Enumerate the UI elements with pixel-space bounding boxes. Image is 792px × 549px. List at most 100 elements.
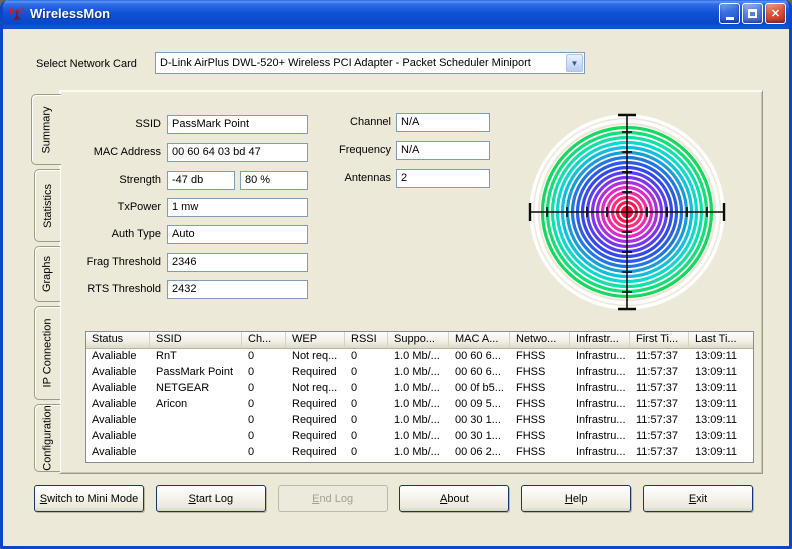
maximize-icon bbox=[748, 9, 757, 18]
table-cell: 11:57:37 bbox=[636, 382, 679, 394]
tab-configuration[interactable]: Configuration bbox=[34, 404, 60, 472]
auth-type-value[interactable]: Auto bbox=[167, 225, 308, 244]
network-card-select[interactable]: D-Link AirPlus DWL-520+ Wireless PCI Ada… bbox=[155, 52, 585, 74]
table-cell: 11:57:37 bbox=[636, 414, 679, 426]
window-title: WirelessMon bbox=[30, 6, 111, 21]
table-cell: Required bbox=[292, 366, 337, 378]
chevron-down-icon[interactable]: ▼ bbox=[566, 54, 583, 72]
table-cell: PassMark Point bbox=[156, 366, 234, 378]
table-cell: 00 60 6... bbox=[455, 366, 501, 378]
strength-db-value[interactable]: -47 db bbox=[167, 171, 235, 190]
table-cell: 11:57:37 bbox=[636, 398, 679, 410]
rts-threshold-value[interactable]: 2432 bbox=[167, 280, 308, 299]
column-header-suppo[interactable]: Suppo... bbox=[388, 332, 449, 349]
txpower-value[interactable]: 1 mw bbox=[167, 198, 308, 217]
table-cell: Avaliable bbox=[92, 430, 137, 442]
client-area: Select Network Card D-Link AirPlus DWL-5… bbox=[3, 29, 789, 546]
ssid-value[interactable]: PassMark Point bbox=[167, 115, 308, 134]
table-cell: Infrastru... bbox=[576, 446, 626, 458]
table-cell: Required bbox=[292, 446, 337, 458]
table-row[interactable]: Avaliable 0 Required 0 1.0 Mb/... 00 30 1... F… bbox=[86, 413, 753, 429]
antennas-label: Antennas bbox=[344, 172, 391, 184]
channel-label: Channel bbox=[350, 116, 391, 128]
table-cell: 0 bbox=[351, 398, 358, 410]
close-icon: ✕ bbox=[770, 8, 781, 20]
tab-summary[interactable]: Summary bbox=[31, 94, 61, 165]
wirelessmon-window: WirelessMon ✕ Select Network Card D-Link… bbox=[0, 0, 792, 549]
table-cell: Required bbox=[292, 398, 337, 410]
table-cell: 13:09:11 bbox=[695, 382, 738, 394]
table-cell: 11:57:37 bbox=[636, 446, 679, 458]
exit-button[interactable]: Exit bbox=[642, 485, 753, 512]
column-header-infrastr[interactable]: Infrastr... bbox=[570, 332, 630, 349]
table-cell: 0 bbox=[351, 446, 358, 458]
summary-tab-panel: SSID PassMark Point MAC Address 00 60 64… bbox=[59, 90, 763, 474]
column-header-rssi[interactable]: RSSI bbox=[345, 332, 388, 349]
column-header-ssid[interactable]: SSID bbox=[150, 332, 242, 349]
table-cell: 00 0f b5... bbox=[455, 382, 504, 394]
frequency-value[interactable]: N/A bbox=[396, 141, 490, 160]
end-log-button: End Log bbox=[277, 485, 388, 512]
table-cell bbox=[150, 429, 242, 445]
table-cell: Infrastru... bbox=[576, 430, 626, 442]
table-cell: Avaliable bbox=[92, 366, 137, 378]
column-header-wep[interactable]: WEP bbox=[286, 332, 345, 349]
table-row[interactable]: Avaliable NETGEAR 0 Not req... 0 1.0 Mb/... 00… bbox=[86, 381, 753, 397]
mac-address-value[interactable]: 00 60 64 03 bd 47 bbox=[167, 143, 308, 162]
column-header-first-ti[interactable]: First Ti... bbox=[630, 332, 689, 349]
table-cell: 0 bbox=[248, 382, 255, 394]
antenna-icon bbox=[8, 5, 26, 23]
access-points-table[interactable]: Status SSID Ch... WEP RSSI Suppo... MAC A... Ne… bbox=[85, 331, 754, 463]
table-cell: FHSS bbox=[516, 446, 546, 458]
channel-value[interactable]: N/A bbox=[396, 113, 490, 132]
help-button[interactable]: Help bbox=[521, 485, 632, 512]
table-row[interactable]: Avaliable PassMark Point 0 Required 0 1.0 Mb/… bbox=[86, 365, 753, 381]
table-row[interactable]: Avaliable Aricon 0 Required 0 1.0 Mb/... 00 09… bbox=[86, 397, 753, 413]
tab-graphs[interactable]: Graphs bbox=[34, 246, 60, 302]
table-cell: 0 bbox=[351, 414, 358, 426]
table-cell: 0 bbox=[351, 350, 358, 362]
column-header-status[interactable]: Status bbox=[86, 332, 150, 349]
table-row[interactable]: Avaliable 0 Required 0 1.0 Mb/... 00 30 1... F… bbox=[86, 429, 753, 445]
table-cell: Avaliable bbox=[92, 446, 137, 458]
table-cell bbox=[150, 445, 242, 461]
tab-ip-connection[interactable]: IP Connection bbox=[34, 306, 60, 400]
tab-label: Statistics bbox=[41, 183, 54, 228]
column-header-last-ti[interactable]: Last Ti... bbox=[689, 332, 753, 349]
auth-type-label: Auth Type bbox=[111, 228, 161, 240]
table-cell: Infrastru... bbox=[576, 350, 626, 362]
start-log-button[interactable]: Start Log bbox=[155, 485, 266, 512]
column-header-mac-a[interactable]: MAC A... bbox=[449, 332, 510, 349]
table-cell: 11:57:37 bbox=[636, 350, 679, 362]
table-cell: Required bbox=[292, 430, 337, 442]
table-cell: 1.0 Mb/... bbox=[394, 446, 440, 458]
column-header-ch[interactable]: Ch... bbox=[242, 332, 286, 349]
table-cell: Aricon bbox=[156, 398, 188, 410]
table-cell: 0 bbox=[248, 414, 255, 426]
table-cell: 1.0 Mb/... bbox=[394, 430, 440, 442]
table-row[interactable]: Avaliable 0 Required 0 1.0 Mb/... 00 06 2... F… bbox=[86, 445, 753, 461]
table-cell: 0 bbox=[248, 398, 255, 410]
table-cell: 1.0 Mb/... bbox=[394, 382, 440, 394]
network-card-selected-value: D-Link AirPlus DWL-520+ Wireless PCI Ada… bbox=[160, 57, 531, 69]
tab-label: Graphs bbox=[41, 255, 54, 293]
table-cell: 13:09:11 bbox=[695, 350, 738, 362]
table-cell: RnT bbox=[156, 350, 177, 362]
close-button[interactable]: ✕ bbox=[765, 3, 786, 24]
switch-to-mini-mode-button[interactable]: Switch to Mini Mode bbox=[34, 485, 144, 512]
table-cell: 1.0 Mb/... bbox=[394, 398, 440, 410]
table-cell: 0 bbox=[248, 430, 255, 442]
minimize-button[interactable] bbox=[719, 3, 740, 24]
column-header-netwo[interactable]: Netwo... bbox=[510, 332, 570, 349]
table-cell: 11:57:37 bbox=[636, 430, 679, 442]
table-cell: 0 bbox=[351, 382, 358, 394]
tab-statistics[interactable]: Statistics bbox=[34, 169, 60, 242]
antennas-value[interactable]: 2 bbox=[396, 169, 490, 188]
frag-threshold-value[interactable]: 2346 bbox=[167, 253, 308, 272]
about-button[interactable]: About bbox=[399, 485, 510, 512]
maximize-button[interactable] bbox=[742, 3, 763, 24]
table-cell: Avaliable bbox=[92, 414, 137, 426]
table-row[interactable]: Avaliable RnT 0 Not req... 0 1.0 Mb/... 00 60 … bbox=[86, 349, 753, 365]
table-cell: 0 bbox=[351, 366, 358, 378]
table-body: Avaliable RnT 0 Not req... 0 1.0 Mb/... 00 60 … bbox=[86, 349, 753, 461]
